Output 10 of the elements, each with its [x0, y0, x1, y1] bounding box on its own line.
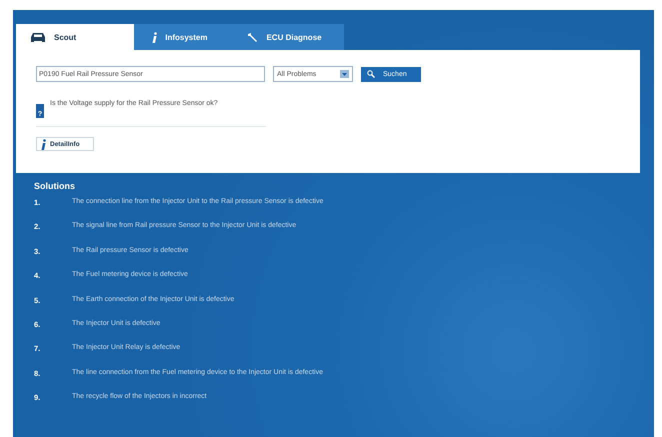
- info-icon: [152, 32, 158, 42]
- tab[interactable]: Scout: [16, 24, 134, 50]
- tab[interactable]: Infosystem: [134, 24, 230, 50]
- car-icon: [30, 32, 46, 42]
- wrench-icon: [247, 32, 258, 42]
- search-icon: [367, 70, 375, 78]
- solutions-title: Solutions: [34, 181, 76, 191]
- caret-icon: [340, 70, 349, 78]
- tab[interactable]: ECU Diagnose: [229, 24, 344, 50]
- info-icon: [41, 138, 46, 150]
